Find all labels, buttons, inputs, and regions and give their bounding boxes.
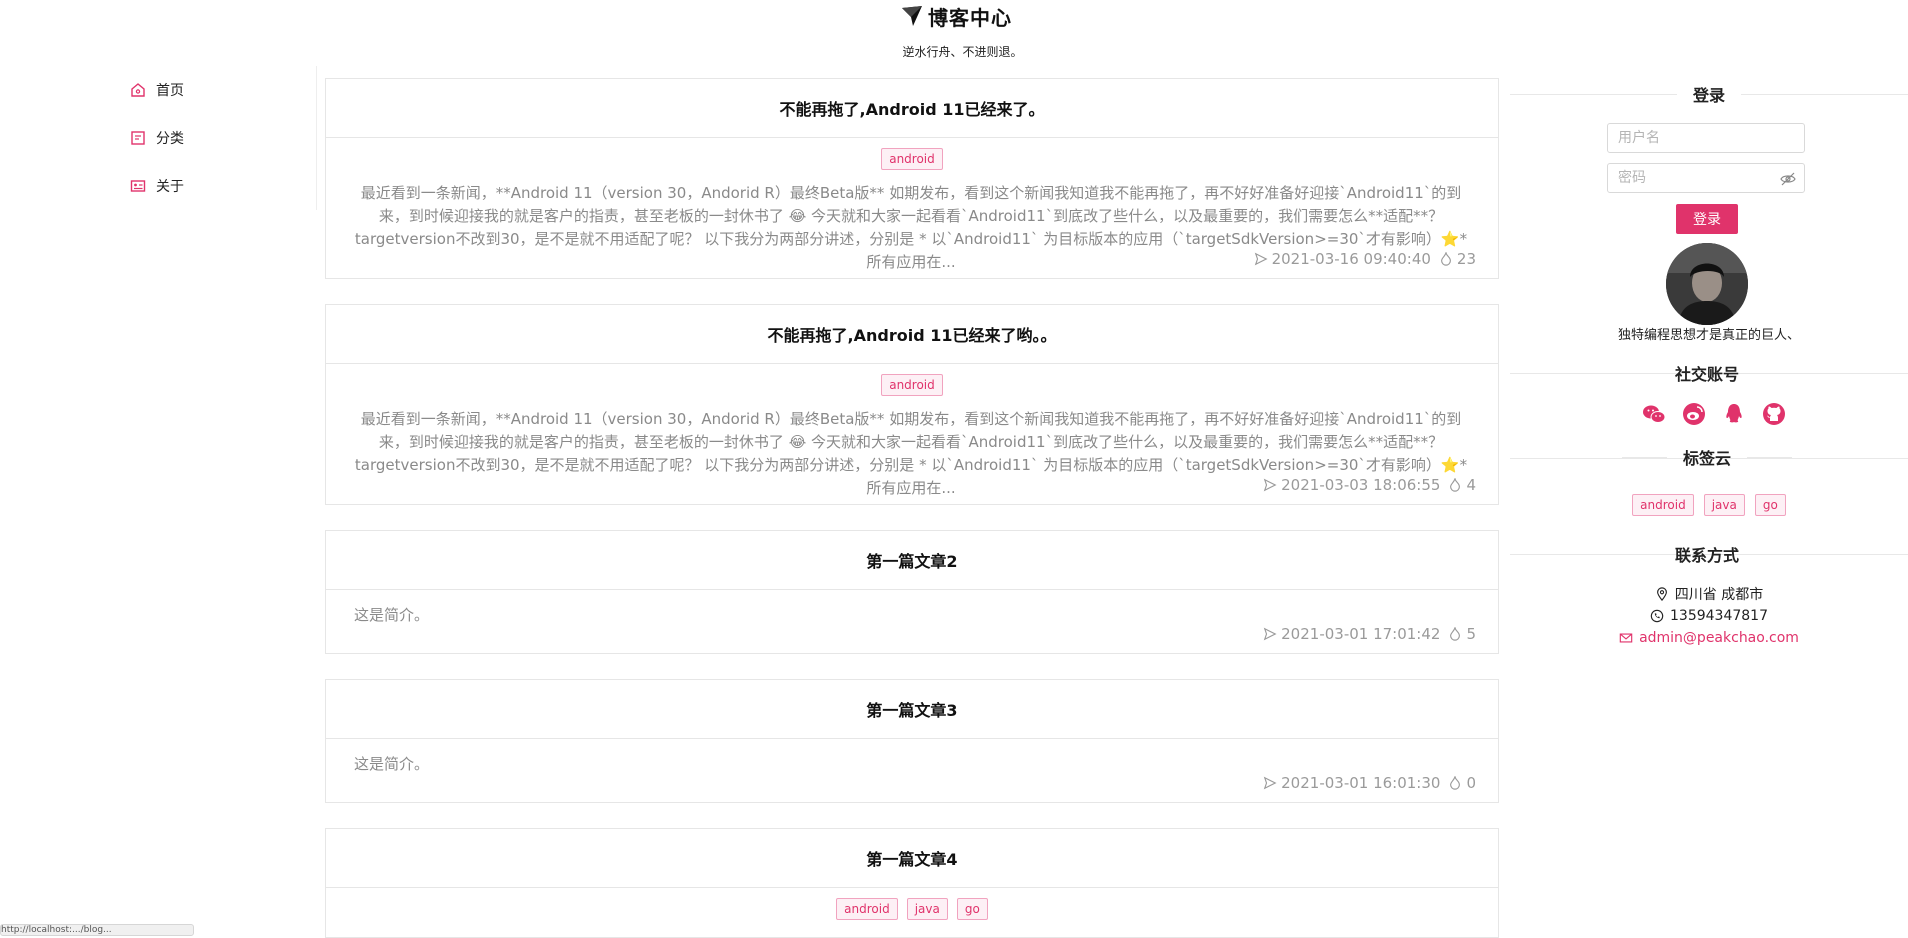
site-title[interactable]: 博客中心	[928, 2, 1012, 31]
wechat-icon[interactable]	[1642, 402, 1666, 426]
flame-icon	[1450, 478, 1461, 492]
post-tags: android	[326, 148, 1498, 170]
eye-off-icon[interactable]	[1780, 171, 1796, 187]
post-card: 第一篇文章3 这是简介。 2021-03-01 16:01:30 0	[325, 679, 1499, 803]
post-card: 第一篇文章2 这是简介。 2021-03-01 17:01:42 5	[325, 530, 1499, 654]
nav-item-label: 首页	[156, 83, 184, 99]
site-subtitle: 逆水行舟、不进则退。	[902, 45, 1023, 59]
send-icon	[1263, 627, 1277, 641]
post-likes: 4	[1466, 476, 1476, 494]
tag-java[interactable]: java	[906, 898, 948, 920]
nav-item-home[interactable]: 首页	[130, 76, 184, 104]
contact-email: admin@peakchao.com	[1510, 628, 1908, 648]
category-icon	[131, 131, 145, 145]
left-nav: 首页 分类 关于	[0, 66, 317, 210]
contact-phone: 13594347817	[1510, 606, 1908, 626]
username-input[interactable]	[1607, 123, 1805, 153]
phone-text: 13594347817	[1670, 608, 1768, 624]
post-card: 第一篇文章4 android java go	[325, 828, 1499, 938]
qq-icon[interactable]	[1722, 402, 1746, 426]
post-meta: 2021-03-16 09:40:40 23	[1254, 250, 1476, 268]
post-date: 2021-03-16 09:40:40	[1271, 250, 1431, 268]
profile-card-icon	[130, 180, 146, 192]
post-title[interactable]: 第一篇文章2	[326, 531, 1498, 590]
logo[interactable]: 博客中心	[900, 0, 1012, 32]
post-title[interactable]: 第一篇文章3	[326, 680, 1498, 739]
post-tags: android	[326, 374, 1498, 396]
post-card: 不能再拖了,Android 11已经来了哟。。 android 最近看到一条新闻…	[325, 304, 1499, 505]
post-likes: 23	[1456, 250, 1476, 268]
tag-go[interactable]: go	[956, 898, 988, 920]
social-section-title: 社交账号	[1600, 359, 1814, 387]
tag-cloud-android[interactable]: android	[1632, 494, 1694, 516]
flame-icon	[1450, 776, 1461, 790]
tag-cloud-section-title: 标签云	[1622, 443, 1792, 471]
tag-cloud: android java go	[1510, 494, 1908, 516]
send-icon	[1263, 478, 1277, 492]
send-icon	[1254, 252, 1268, 266]
contact-section-title: 联系方式	[1610, 540, 1804, 568]
tag-cloud-java[interactable]: java	[1703, 494, 1745, 516]
contact-location: 四川省 成都市	[1510, 584, 1908, 604]
github-icon[interactable]	[1762, 402, 1786, 426]
post-date: 2021-03-01 17:01:42	[1281, 625, 1441, 643]
paper-plane-logo-icon	[902, 6, 922, 26]
post-likes: 0	[1466, 774, 1476, 792]
login-button[interactable]: 登录	[1676, 204, 1738, 234]
login-section-title: 登录	[1510, 80, 1908, 108]
flame-icon	[1450, 627, 1461, 641]
avatar[interactable]	[1666, 243, 1748, 325]
post-meta: 2021-03-01 17:01:42 5	[1263, 625, 1476, 643]
site-header: 博客中心 逆水行舟、不进则退。	[0, 0, 1908, 70]
home-icon	[131, 83, 145, 97]
flame-icon	[1440, 252, 1451, 266]
tag-android[interactable]: android	[881, 374, 943, 396]
post-title[interactable]: 不能再拖了,Android 11已经来了。	[326, 79, 1498, 138]
weibo-icon[interactable]	[1682, 402, 1706, 426]
status-bar-url: http://localhost:.../blog...	[0, 924, 194, 936]
post-excerpt: 这是简介。	[354, 606, 430, 624]
nav-item-category[interactable]: 分类	[130, 124, 184, 152]
post-title[interactable]: 不能再拖了,Android 11已经来了哟。。	[326, 305, 1498, 364]
location-text: 四川省 成都市	[1674, 587, 1764, 603]
location-pin-icon	[1656, 587, 1667, 601]
avatar-portrait	[1666, 243, 1748, 325]
post-excerpt: 这是简介。	[354, 755, 430, 773]
email-link[interactable]: admin@peakchao.com	[1639, 630, 1799, 646]
nav-item-label: 分类	[156, 131, 184, 147]
whatsapp-phone-icon	[1650, 609, 1664, 623]
post-card: 不能再拖了,Android 11已经来了。 android 最近看到一条新闻，*…	[325, 78, 1499, 279]
send-icon	[1263, 776, 1277, 790]
tag-android[interactable]: android	[881, 148, 943, 170]
post-tags: android java go	[326, 898, 1498, 920]
motto: 独特编程思想才是真正的巨人、	[1617, 328, 1800, 343]
post-date: 2021-03-01 16:01:30	[1281, 774, 1441, 792]
tag-cloud-go[interactable]: go	[1754, 494, 1786, 516]
nav-item-about[interactable]: 关于	[130, 172, 184, 200]
post-meta: 2021-03-01 16:01:30 0	[1263, 774, 1476, 792]
post-meta: 2021-03-03 18:06:55 4	[1263, 476, 1476, 494]
post-title[interactable]: 第一篇文章4	[326, 829, 1498, 888]
post-date: 2021-03-03 18:06:55	[1281, 476, 1441, 494]
mail-icon	[1619, 633, 1633, 643]
post-likes: 5	[1466, 625, 1476, 643]
password-input[interactable]	[1607, 163, 1805, 193]
nav-item-label: 关于	[156, 179, 184, 195]
tag-android[interactable]: android	[836, 898, 898, 920]
